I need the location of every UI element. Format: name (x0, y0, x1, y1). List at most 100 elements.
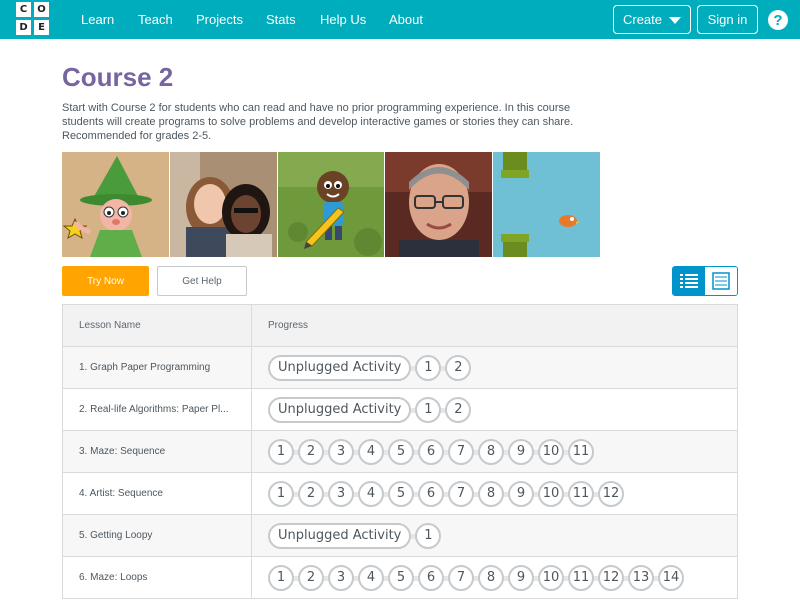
level-bubble[interactable]: 8 (478, 480, 504, 507)
get-help-button[interactable]: Get Help (157, 266, 247, 296)
two-girls-photo-image (169, 152, 277, 257)
summary-view-button[interactable] (673, 267, 705, 295)
table-header-row: Lesson Name Progress (63, 305, 737, 347)
wizard-cartoon-image (62, 152, 169, 257)
level-bubble[interactable]: 6 (418, 564, 444, 591)
view-toggle (672, 266, 738, 296)
try-now-button[interactable]: Try Now (62, 266, 149, 296)
table-row: 1. Graph Paper Programming Unplugged Acti… (63, 347, 737, 389)
progress-bubbles: Unplugged Activity 1 2 (268, 354, 475, 381)
page-title: Course 2 (62, 62, 174, 92)
detail-view-button[interactable] (705, 267, 737, 295)
progress-bubbles: Unplugged Activity 1 (268, 522, 445, 549)
level-bubble[interactable]: 10 (538, 438, 564, 465)
sign-in-label: Sign in (707, 12, 748, 27)
level-bubble[interactable]: 6 (418, 480, 444, 507)
level-bubble[interactable]: 3 (328, 564, 354, 591)
level-bubble[interactable]: 2 (298, 564, 324, 591)
logo-letter: O (34, 2, 49, 17)
level-bubble[interactable]: 8 (478, 438, 504, 465)
code-org-logo[interactable]: C O D E (11, 2, 55, 38)
level-bubble[interactable]: 1 (268, 564, 294, 591)
flappy-bird-game-image (493, 152, 600, 257)
lesson-name-link[interactable]: 1. Graph Paper Programming (63, 347, 252, 388)
level-bubble[interactable]: 10 (538, 564, 564, 591)
level-bubble[interactable]: 3 (328, 438, 354, 465)
lesson-name-link[interactable]: 5. Getting Loopy (63, 515, 252, 556)
level-bubble[interactable]: 11 (568, 438, 594, 465)
header-lesson-name: Lesson Name (63, 305, 252, 346)
course-description: Start with Course 2 for students who can… (62, 102, 574, 142)
nav-about[interactable]: About (389, 12, 423, 27)
lesson-name-link[interactable]: 2. Real-life Algorithms: Paper Pl... (63, 389, 252, 430)
lesson-name-link[interactable]: 4. Artist: Sequence (63, 473, 252, 514)
unplugged-activity-bubble[interactable]: Unplugged Activity (268, 396, 412, 423)
lesson-progress-cell: Unplugged Activity 1 2 (252, 347, 737, 388)
level-bubble[interactable]: 5 (388, 438, 414, 465)
unplugged-activity-bubble[interactable]: Unplugged Activity (268, 354, 412, 381)
lesson-progress-cell: Unplugged Activity 1 (252, 515, 737, 556)
level-bubble[interactable]: 5 (388, 564, 414, 591)
level-bubble[interactable]: 2 (298, 480, 324, 507)
table-row: 5. Getting Loopy Unplugged Activity 1 (63, 515, 737, 557)
level-bubble[interactable]: 12 (598, 564, 624, 591)
level-bubble[interactable]: 3 (328, 480, 354, 507)
nav-help-us[interactable]: Help Us (320, 12, 366, 27)
sign-in-button[interactable]: Sign in (697, 5, 758, 34)
create-label: Create (622, 12, 663, 27)
level-bubble[interactable]: 2 (298, 438, 324, 465)
level-bubble[interactable]: 10 (538, 480, 564, 507)
lesson-name-link[interactable]: 3. Maze: Sequence (63, 431, 252, 472)
level-bubble[interactable]: 7 (448, 480, 474, 507)
man-portrait-photo-image (385, 152, 493, 257)
summary-view-icon (680, 274, 698, 288)
level-bubble[interactable]: 1 (415, 354, 442, 381)
level-bubble[interactable]: 6 (418, 438, 444, 465)
progress-bubbles: Unplugged Activity 1 2 (268, 396, 475, 423)
level-bubble[interactable]: 14 (658, 564, 684, 591)
table-row: 4. Artist: Sequence 1 2 3 4 5 6 7 8 9 10 11 12 (63, 473, 737, 515)
level-bubble[interactable]: 4 (358, 438, 384, 465)
level-bubble[interactable]: 13 (628, 564, 654, 591)
table-row: 3. Maze: Sequence 1 2 3 4 5 6 7 8 9 10 11 (63, 431, 737, 473)
level-bubble[interactable]: 12 (598, 480, 624, 507)
level-bubble[interactable]: 1 (415, 522, 442, 549)
level-bubble[interactable]: 9 (508, 438, 534, 465)
level-bubble[interactable]: 5 (388, 480, 414, 507)
level-bubble[interactable]: 7 (448, 438, 474, 465)
logo-letter: E (34, 20, 49, 35)
level-bubble[interactable]: 11 (568, 480, 594, 507)
lesson-progress-table: Lesson Name Progress 1. Graph Paper Prog… (62, 304, 738, 599)
level-bubble[interactable]: 11 (568, 564, 594, 591)
level-bubble[interactable]: 2 (445, 354, 472, 381)
level-bubble[interactable]: 8 (478, 564, 504, 591)
progress-bubbles: 1 2 3 4 5 6 7 8 9 10 11 12 (268, 480, 628, 507)
lesson-progress-cell: 1 2 3 4 5 6 7 8 9 10 11 12 (252, 473, 737, 514)
level-bubble[interactable]: 2 (445, 396, 472, 423)
level-bubble[interactable]: 1 (415, 396, 442, 423)
lesson-progress-cell: 1 2 3 4 5 6 7 8 9 10 11 12 13 14 (252, 557, 737, 598)
nav-stats[interactable]: Stats (266, 12, 296, 27)
progress-bubbles: 1 2 3 4 5 6 7 8 9 10 11 12 13 14 (268, 564, 688, 591)
level-bubble[interactable]: 1 (268, 480, 294, 507)
nav-projects[interactable]: Projects (196, 12, 243, 27)
lesson-name-link[interactable]: 6. Maze: Loops (63, 557, 252, 598)
create-button[interactable]: Create (613, 5, 691, 34)
lesson-progress-cell: Unplugged Activity 1 2 (252, 389, 737, 430)
nav-teach[interactable]: Teach (138, 12, 173, 27)
table-body: 1. Graph Paper Programming Unplugged Acti… (63, 347, 737, 599)
level-bubble[interactable]: 4 (358, 480, 384, 507)
logo-letter: D (16, 20, 31, 35)
table-row: 6. Maze: Loops 1 2 3 4 5 6 7 8 9 10 11 12 13 14 (63, 557, 737, 599)
nav-learn[interactable]: Learn (81, 12, 114, 27)
table-row: 2. Real-life Algorithms: Paper Pl... Unpl… (63, 389, 737, 431)
level-bubble[interactable]: 4 (358, 564, 384, 591)
level-bubble[interactable]: 9 (508, 480, 534, 507)
detail-view-icon (712, 272, 730, 290)
help-icon[interactable]: ? (768, 10, 788, 30)
level-bubble[interactable]: 9 (508, 564, 534, 591)
level-bubble[interactable]: 7 (448, 564, 474, 591)
level-bubble[interactable]: 1 (268, 438, 294, 465)
top-navbar: C O D E Learn Teach Projects Stats Help … (0, 0, 800, 39)
unplugged-activity-bubble[interactable]: Unplugged Activity (268, 522, 412, 549)
